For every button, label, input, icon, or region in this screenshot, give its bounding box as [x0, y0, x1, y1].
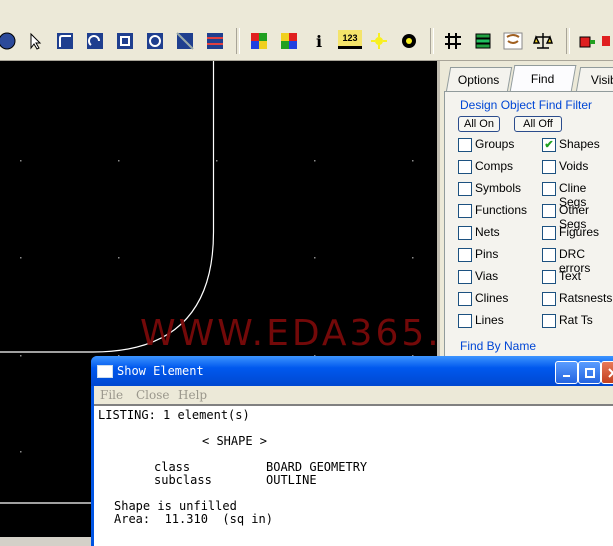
window-icon: [97, 365, 113, 378]
checkbox-label: Comps: [475, 159, 514, 173]
toolbar-overflow-icon[interactable]: [600, 30, 612, 52]
checkbox-label: Voids: [559, 159, 589, 173]
menu-strip: [0, 0, 613, 23]
hatch-icon[interactable]: [174, 30, 196, 52]
checkbox-lines[interactable]: [458, 314, 472, 328]
layers-icon[interactable]: [472, 30, 494, 52]
close-button[interactable]: [601, 361, 613, 384]
menu-file[interactable]: File: [100, 388, 123, 402]
checkbox-comps[interactable]: [458, 160, 472, 174]
checkbox-groups[interactable]: [458, 138, 472, 152]
circle-tool-icon[interactable]: [0, 30, 18, 52]
find-by-name-label: Find By Name: [458, 339, 539, 353]
checkbox-figures[interactable]: [542, 226, 556, 240]
balance-icon[interactable]: [532, 30, 554, 52]
arc-icon[interactable]: [84, 30, 106, 52]
layer-color-icon[interactable]: [278, 30, 300, 52]
checkbox-ratsnests[interactable]: [542, 292, 556, 306]
checkbox-clines[interactable]: [458, 292, 472, 306]
checkbox-label: Ratsnests: [559, 291, 613, 305]
checkbox-label: Clines: [475, 291, 509, 305]
all-on-button[interactable]: All On: [458, 116, 500, 132]
checkbox-label: Functions: [475, 203, 528, 217]
minimize-button[interactable]: [555, 361, 578, 384]
select-arrow-icon[interactable]: [24, 30, 46, 52]
tab-visibility[interactable]: Visib: [575, 67, 613, 92]
toolbar-separator: [430, 28, 434, 54]
watermark-text: WWW.EDA365.COM: [140, 313, 437, 354]
checkbox-rat-ts[interactable]: [542, 314, 556, 328]
color-palette-icon[interactable]: [248, 30, 270, 52]
route-icon[interactable]: [54, 30, 76, 52]
checkbox-label: Nets: [475, 225, 500, 239]
main-toolbar: i 123: [0, 22, 613, 61]
tab-find[interactable]: Find: [509, 65, 577, 92]
toolbar-separator: [566, 28, 570, 54]
dialog-title: Show Element: [117, 364, 204, 378]
menu-close[interactable]: Close: [136, 388, 170, 402]
checkbox-nets[interactable]: [458, 226, 472, 240]
find-filter-title: Design Object Find Filter: [458, 98, 595, 112]
checkbox-label: Vias: [475, 269, 499, 283]
checkbox-voids[interactable]: [542, 160, 556, 174]
checkbox-vias[interactable]: [458, 270, 472, 284]
checkbox-drc-errors[interactable]: [542, 248, 556, 262]
toolbar-separator: [236, 28, 240, 54]
checkbox-functions[interactable]: [458, 204, 472, 218]
checkbox-symbols[interactable]: [458, 182, 472, 196]
checkbox-other-segs[interactable]: [542, 204, 556, 218]
pad-icon[interactable]: [144, 30, 166, 52]
class-value: BOARD GEOMETRY: [266, 460, 368, 474]
checkbox-label: Lines: [475, 313, 504, 327]
subclass-value: OUTLINE: [266, 473, 317, 487]
grid-color-icon[interactable]: [204, 30, 226, 52]
class-label: class: [154, 460, 191, 474]
tab-options[interactable]: Options: [445, 67, 513, 92]
zoom-icon[interactable]: [502, 30, 524, 52]
grid-icon[interactable]: [442, 30, 464, 52]
show-element-dialog: Show Element File Close Help LISTING: 1 …: [91, 356, 613, 546]
info-icon[interactable]: i: [308, 30, 330, 52]
checkbox-pins[interactable]: [458, 248, 472, 262]
checkbox-label: Rat Ts: [559, 313, 593, 327]
highlight-icon[interactable]: [368, 30, 390, 52]
dehighlight-icon[interactable]: [398, 30, 420, 52]
all-off-button[interactable]: All Off: [514, 116, 562, 132]
maximize-button[interactable]: [578, 361, 601, 384]
checkbox-label: Figures: [559, 225, 600, 239]
measure-icon[interactable]: 123: [338, 30, 362, 49]
place-icon[interactable]: [576, 30, 598, 52]
checkbox-text[interactable]: [542, 270, 556, 284]
dialog-title-bar[interactable]: Show Element: [91, 356, 613, 386]
checkbox-label: Pins: [475, 247, 499, 261]
area-value: Area: 11.310 (sq in): [114, 512, 273, 526]
dialog-menu-bar: File Close Help: [94, 386, 613, 404]
checkbox-shapes[interactable]: ✔: [542, 138, 556, 152]
square-icon[interactable]: [114, 30, 136, 52]
checkbox-label: Symbols: [475, 181, 522, 195]
checkbox-cline-segs[interactable]: [542, 182, 556, 196]
checkbox-label: Shapes: [559, 137, 600, 151]
fill-status: Shape is unfilled: [114, 499, 237, 513]
menu-help[interactable]: Help: [178, 388, 207, 402]
checkbox-label: Text: [559, 269, 582, 283]
listing-text-area[interactable]: LISTING: 1 element(s) < SHAPE > class BO…: [94, 404, 613, 546]
listing-header: LISTING: 1 element(s): [98, 408, 250, 422]
checkbox-label: Groups: [475, 137, 515, 151]
subclass-label: subclass: [154, 473, 212, 487]
element-type: < SHAPE >: [202, 434, 268, 448]
